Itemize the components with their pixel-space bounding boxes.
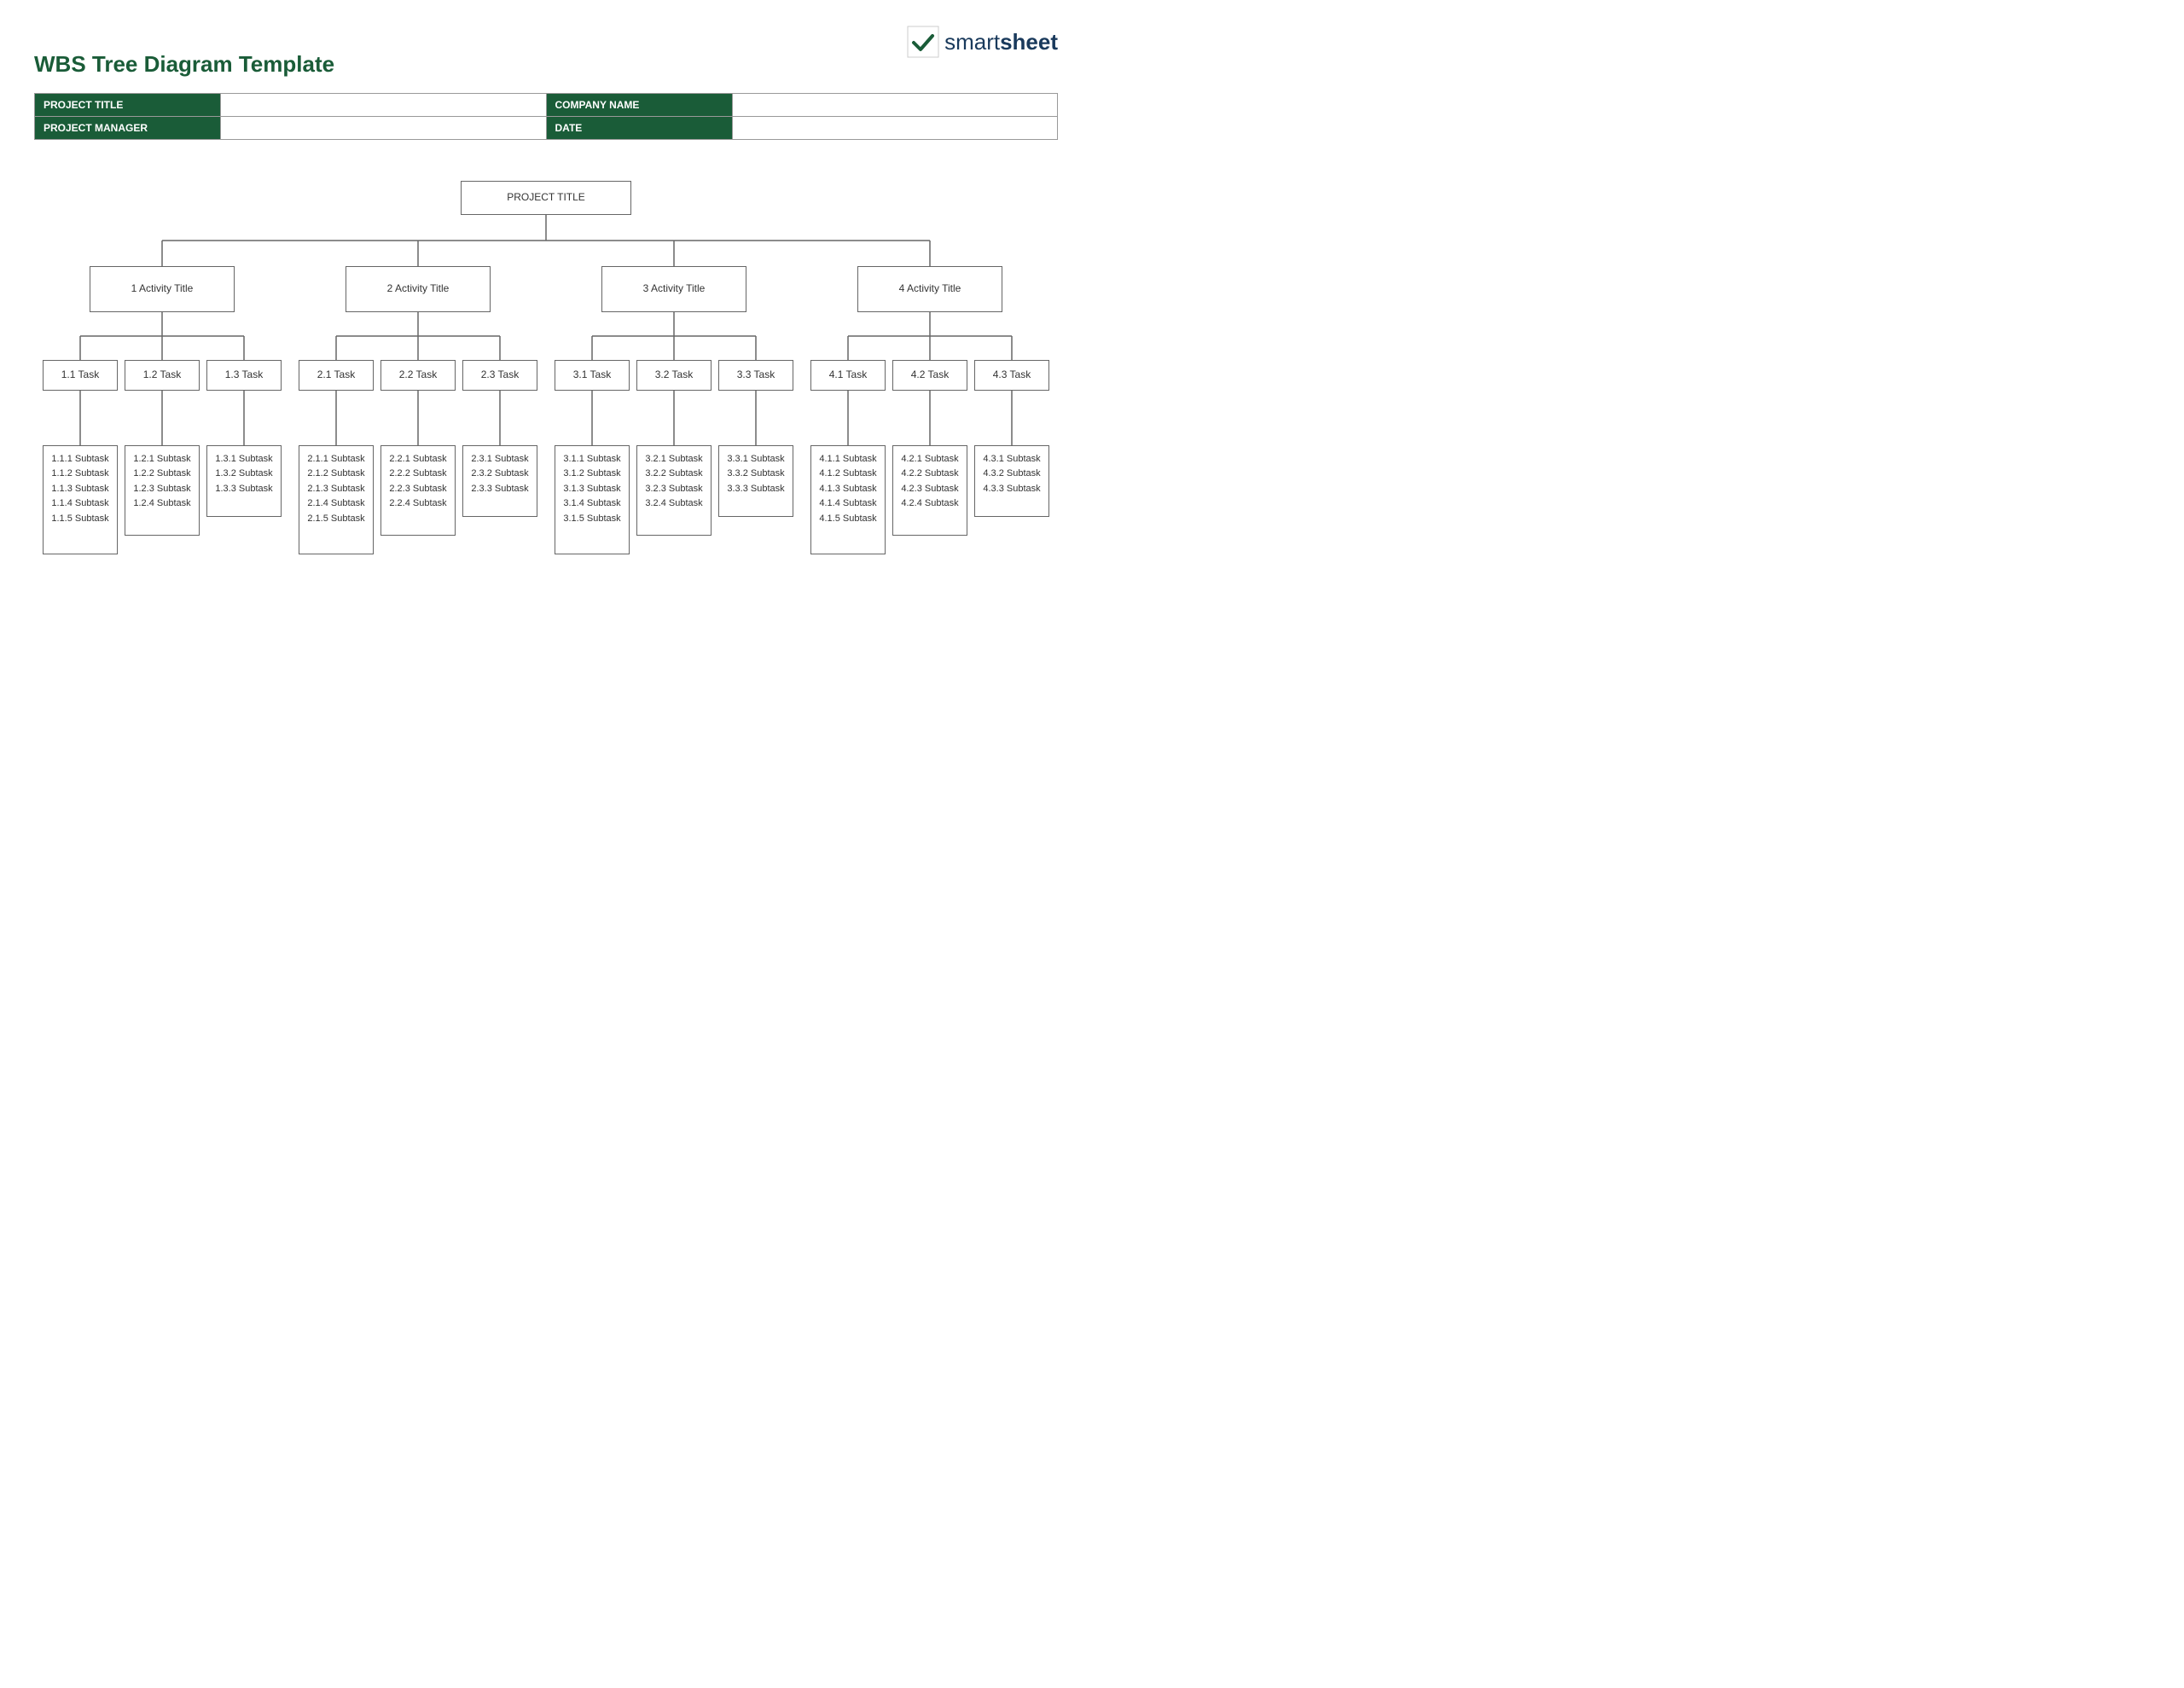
task-box-1-3: 1.3 Task — [206, 360, 282, 391]
subtask-label: 4.3.2 Subtask — [983, 467, 1040, 480]
activity-box-3: 3 Activity Title — [601, 266, 746, 312]
subtask-box-1-2: 1.2.1 Subtask1.2.2 Subtask 1.2.3 Subtask1… — [125, 445, 200, 536]
task-box-3-2: 3.2 Task — [636, 360, 712, 391]
page-title: WBS Tree Diagram Template — [34, 51, 334, 78]
task-box-4-2: 4.2 Task — [892, 360, 967, 391]
date-label: DATE — [546, 117, 732, 140]
subtask-label: 3.3.3 Subtask — [727, 483, 784, 496]
subtask-label: 1.3.3 Subtask — [215, 483, 272, 496]
subtask-label: 1.1.3 Subtask — [51, 483, 108, 496]
subtask-label: 3.1.1 Subtask — [563, 453, 620, 466]
subtask-label: 1.2.3 Subtask — [133, 483, 190, 496]
logo-smart: smart — [944, 29, 1000, 55]
subtask-label: 2.2.2 Subtask — [389, 467, 446, 480]
subtask-box-4-1: 4.1.1 Subtask4.1.2 Subtask4.1.3 Subtask4… — [810, 445, 886, 554]
task-box-1-2: 1.2 Task — [125, 360, 200, 391]
subtask-label: 2.1.4 Subtask — [307, 497, 364, 510]
subtask-label: 1.1.5 Subtask — [51, 513, 108, 525]
task-box-4-3: 4.3 Task — [974, 360, 1049, 391]
subtask-label: 1.1.4 Subtask — [51, 497, 108, 510]
subtask-label: 4.1.1 Subtask — [819, 453, 876, 466]
subtask-label: 3.2.4 Subtask — [645, 497, 702, 510]
tree-diagram: PROJECT TITLE 1 Activity Title 1.1 Task 1.1… — [34, 164, 1058, 580]
subtask-label: 1.3.2 Subtask — [215, 467, 272, 480]
subtask-label: 4.2.3 Subtask — [901, 483, 958, 496]
subtask-label: 2.3.1 Subtask — [471, 453, 528, 466]
subtask-label: 2.2.1 Subtask — [389, 453, 446, 466]
date-value — [732, 117, 1058, 140]
task-box-1-1: 1.1 Task — [43, 360, 118, 391]
info-table: PROJECT TITLE COMPANY NAME PROJECT MANAG… — [34, 93, 1058, 140]
subtask-label: 3.2.2 Subtask — [645, 467, 702, 480]
subtask-box-4-3: 4.3.1 Subtask4.3.2 Subtask 4.3.3 Subtask — [974, 445, 1049, 517]
company-name-value — [732, 94, 1058, 117]
subtask-label: 3.2.3 Subtask — [645, 483, 702, 496]
subtask-box-2-3: 2.3.1 Subtask2.3.2 Subtask 2.3.3 Subtask — [462, 445, 537, 517]
subtask-label: 4.3.3 Subtask — [983, 483, 1040, 496]
subtask-label: 3.3.2 Subtask — [727, 467, 784, 480]
root-box: PROJECT TITLE — [461, 181, 631, 215]
wbs-container: PROJECT TITLE 1 Activity Title 1.1 Task 1.1… — [34, 164, 1058, 580]
subtask-label: 3.1.4 Subtask — [563, 497, 620, 510]
logo-icon — [907, 26, 939, 58]
logo-text: smartsheet — [944, 29, 1058, 55]
subtask-label: 3.1.3 Subtask — [563, 483, 620, 496]
task-box-2-3: 2.3 Task — [462, 360, 537, 391]
subtask-box-3-3: 3.3.1 Subtask3.3.2 Subtask 3.3.3 Subtask — [718, 445, 793, 517]
subtask-label: 2.2.4 Subtask — [389, 497, 446, 510]
subtask-label: 1.1.2 Subtask — [51, 467, 108, 480]
subtask-label: 2.1.3 Subtask — [307, 483, 364, 496]
subtask-label: 2.3.3 Subtask — [471, 483, 528, 496]
task-box-3-1: 3.1 Task — [555, 360, 630, 391]
subtask-label: 1.2.2 Subtask — [133, 467, 190, 480]
subtask-label: 4.3.1 Subtask — [983, 453, 1040, 466]
subtask-label: 4.1.3 Subtask — [819, 483, 876, 496]
subtask-label: 3.1.2 Subtask — [563, 467, 620, 480]
subtask-box-1-1: 1.1.1 Subtask1.1.2 Subtask1.1.3 Subtask1… — [43, 445, 118, 554]
subtask-box-3-2: 3.2.1 Subtask3.2.2 Subtask 3.2.3 Subtask3… — [636, 445, 712, 536]
subtask-label: 3.3.1 Subtask — [727, 453, 784, 466]
subtask-label: 1.3.1 Subtask — [215, 453, 272, 466]
subtask-label: 3.1.5 Subtask — [563, 513, 620, 525]
project-title-value — [221, 94, 547, 117]
subtask-box-4-2: 4.2.1 Subtask4.2.2 Subtask 4.2.3 Subtask4… — [892, 445, 967, 536]
subtask-label: 4.2.1 Subtask — [901, 453, 958, 466]
header: WBS Tree Diagram Template smartsheet — [34, 26, 1058, 78]
task-box-3-3: 3.3 Task — [718, 360, 793, 391]
task-box-4-1: 4.1 Task — [810, 360, 886, 391]
project-manager-label: PROJECT MANAGER — [35, 117, 221, 140]
subtask-label: 4.1.4 Subtask — [819, 497, 876, 510]
activity-box-1: 1 Activity Title — [90, 266, 235, 312]
logo-sheet: sheet — [1000, 29, 1058, 55]
activity-box-4: 4 Activity Title — [857, 266, 1002, 312]
subtask-label: 2.2.3 Subtask — [389, 483, 446, 496]
company-name-label: COMPANY NAME — [546, 94, 732, 117]
subtask-label: 3.2.1 Subtask — [645, 453, 702, 466]
subtask-box-1-3: 1.3.1 Subtask1.3.2 Subtask 1.3.3 Subtask — [206, 445, 282, 517]
subtask-label: 2.1.5 Subtask — [307, 513, 364, 525]
subtask-label: 1.2.1 Subtask — [133, 453, 190, 466]
subtask-label: 1.1.1 Subtask — [51, 453, 108, 466]
subtask-label: 4.2.2 Subtask — [901, 467, 958, 480]
subtask-label: 1.2.4 Subtask — [133, 497, 190, 510]
task-box-2-1: 2.1 Task — [299, 360, 374, 391]
subtask-box-2-2: 2.2.1 Subtask2.2.2 Subtask 2.2.3 Subtask2… — [380, 445, 456, 536]
subtask-label: 4.1.2 Subtask — [819, 467, 876, 480]
subtask-box-2-1: 2.1.1 Subtask2.1.2 Subtask2.1.3 Subtask2… — [299, 445, 374, 554]
subtask-label: 4.1.5 Subtask — [819, 513, 876, 525]
subtask-label: 2.1.2 Subtask — [307, 467, 364, 480]
subtask-label: 4.2.4 Subtask — [901, 497, 958, 510]
subtask-box-3-1: 3.1.1 Subtask3.1.2 Subtask3.1.3 Subtask3… — [555, 445, 630, 554]
logo: smartsheet — [907, 26, 1058, 58]
task-box-2-2: 2.2 Task — [380, 360, 456, 391]
subtask-label: 2.3.2 Subtask — [471, 467, 528, 480]
project-manager-value — [221, 117, 547, 140]
activity-box-2: 2 Activity Title — [346, 266, 491, 312]
subtask-label: 2.1.1 Subtask — [307, 453, 364, 466]
project-title-label: PROJECT TITLE — [35, 94, 221, 117]
